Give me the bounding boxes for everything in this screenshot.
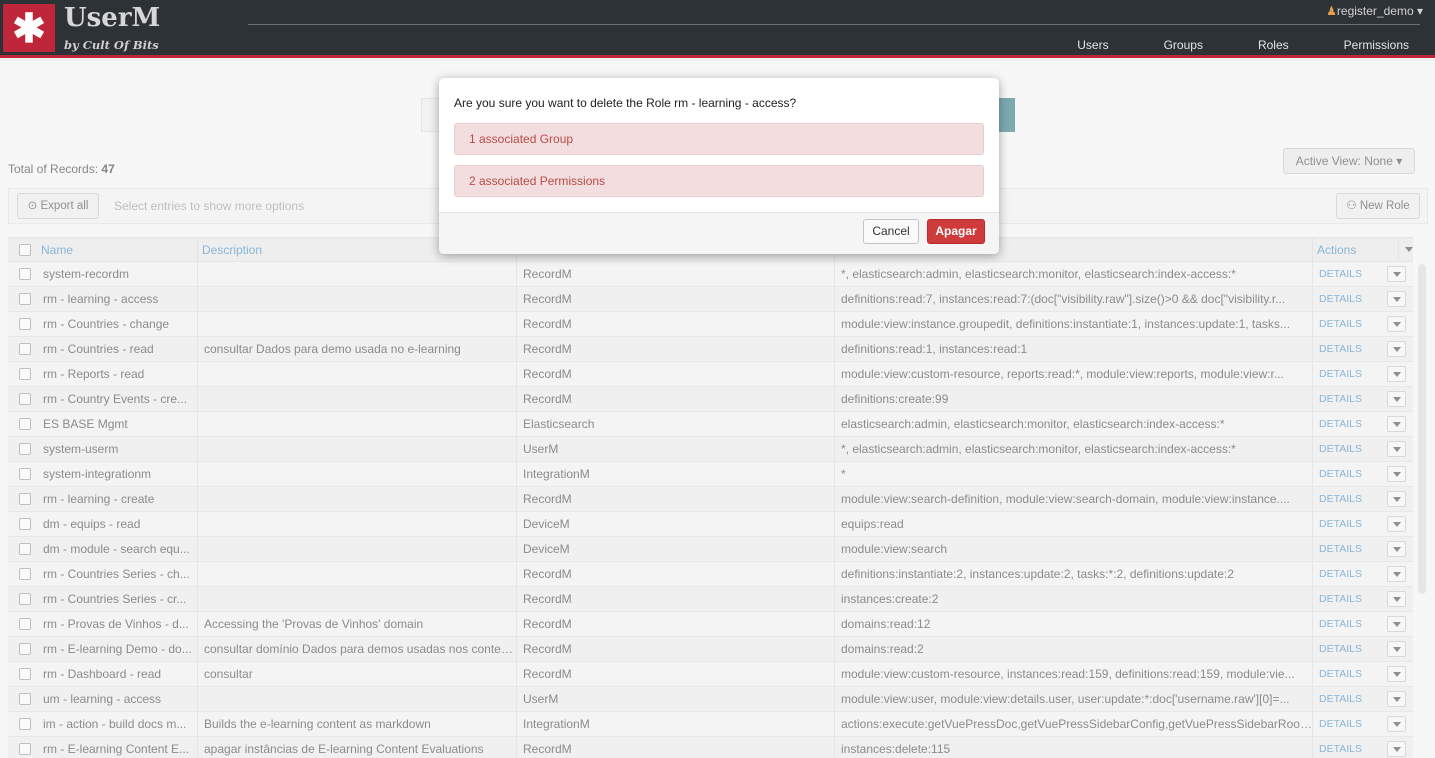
nav-roles[interactable]: Roles xyxy=(1258,38,1289,52)
user-menu[interactable]: ♟register_demo ▾ xyxy=(1326,4,1423,18)
top-header: ✱ UserM by Cult Of Bits ♟register_demo ▾… xyxy=(0,0,1435,58)
header-divider xyxy=(248,24,1420,25)
associated-groups-alert: 1 associated Group xyxy=(454,123,984,155)
app-title: UserM xyxy=(64,3,161,33)
dialog-footer: Cancel Apagar xyxy=(439,212,999,254)
delete-confirmation-text: Are you sure you want to delete the Role… xyxy=(454,96,797,110)
user-icon: ♟ xyxy=(1326,4,1337,18)
cancel-button[interactable]: Cancel xyxy=(863,219,919,244)
logo-asterisk-icon: ✱ xyxy=(3,4,55,52)
nav-users[interactable]: Users xyxy=(1077,38,1108,52)
username: register_demo xyxy=(1336,4,1414,18)
delete-role-dialog: Are you sure you want to delete the Role… xyxy=(439,78,999,254)
main-nav: Users Groups Roles Permissions xyxy=(1022,38,1409,52)
chevron-down-icon: ▾ xyxy=(1416,4,1423,18)
confirm-delete-button[interactable]: Apagar xyxy=(927,219,985,244)
nav-permissions[interactable]: Permissions xyxy=(1344,38,1409,52)
app-subtitle: by Cult Of Bits xyxy=(64,38,159,52)
associated-permissions-alert: 2 associated Permissions xyxy=(454,165,984,197)
nav-groups[interactable]: Groups xyxy=(1164,38,1203,52)
